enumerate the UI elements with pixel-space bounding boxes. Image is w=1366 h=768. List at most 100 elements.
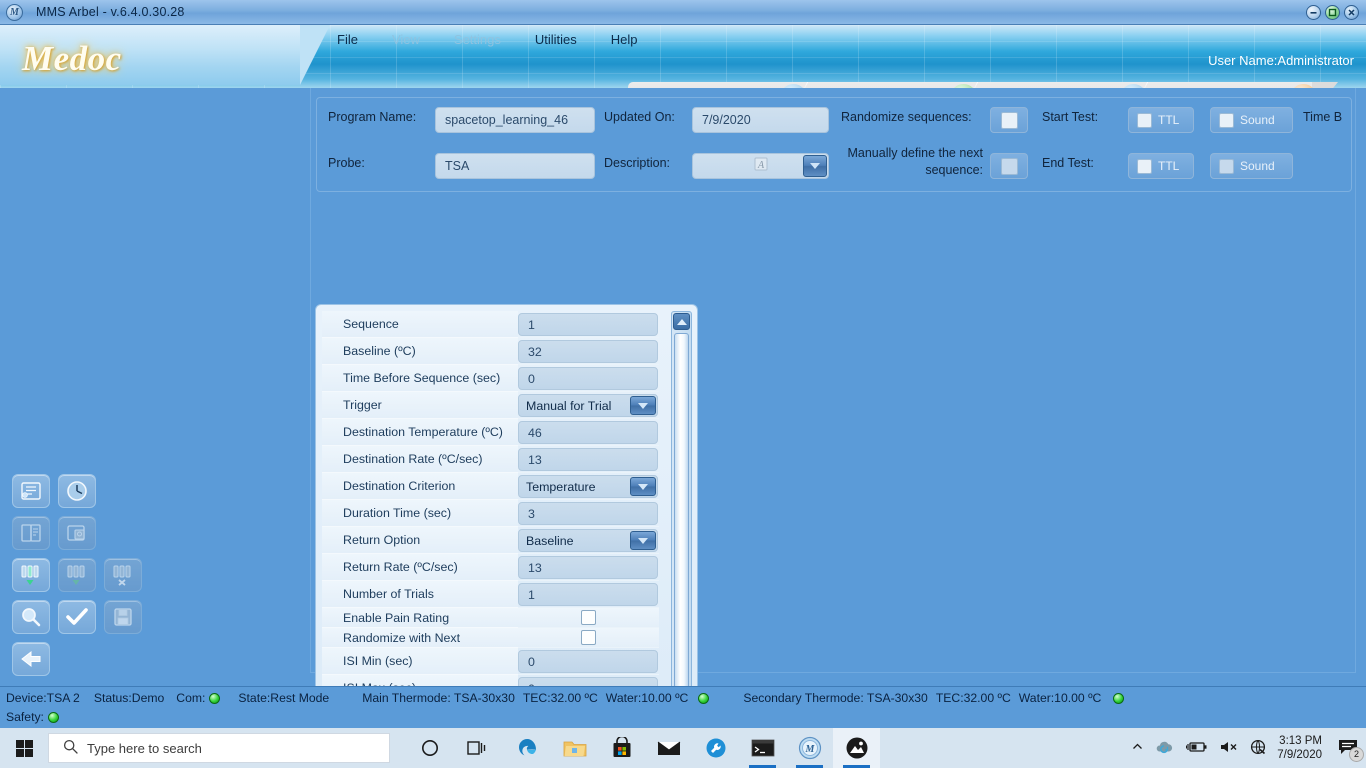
table-row[interactable]: Destination Criterion Temperature [322, 473, 692, 500]
back-arrow-icon[interactable] [12, 642, 50, 676]
menu-settings: Settings [453, 31, 501, 47]
table-row[interactable]: Trigger Manual for Trial [322, 392, 692, 419]
report-info-icon[interactable] [12, 474, 50, 508]
microsoft-store-icon[interactable] [598, 728, 645, 768]
return-rate-input[interactable]: 13 [518, 556, 658, 579]
table-row[interactable]: ISI Min (sec) 0 [322, 648, 692, 675]
probe-label: Probe: [328, 156, 365, 170]
number-of-trials-input[interactable]: 1 [518, 583, 658, 606]
battery-icon[interactable] [1186, 740, 1208, 756]
menu-file[interactable]: File [320, 29, 375, 50]
tab-programs[interactable]: PROGRAMS [993, 82, 1123, 88]
svg-text:A: A [756, 160, 764, 171]
grid-value-cell[interactable]: 13 [518, 554, 659, 581]
manually-define-label: Manually define the next sequence: [847, 146, 983, 177]
insert-sequence-icon[interactable] [12, 558, 50, 592]
table-row[interactable]: Return Option Baseline [322, 527, 692, 554]
table-row[interactable]: Destination Rate (ºC/sec) 13 [322, 446, 692, 473]
end-test-ttl-toggle[interactable]: TTL [1128, 153, 1194, 179]
task-view-icon[interactable] [453, 728, 500, 768]
grid-value-cell[interactable]: 0 [518, 648, 659, 675]
grid-value-cell[interactable]: Temperature [518, 473, 659, 500]
table-row[interactable]: Time Before Sequence (sec) 0 [322, 365, 692, 392]
edge-browser-icon[interactable] [504, 728, 551, 768]
return-option-combo[interactable]: Baseline [518, 529, 658, 552]
grid-value-cell[interactable]: 13 [518, 446, 659, 473]
table-row[interactable]: Return Rate (ºC/sec) 13 [322, 554, 692, 581]
cortana-circle-icon[interactable] [406, 728, 453, 768]
sequence-input[interactable]: 1 [518, 313, 658, 336]
volume-muted-icon[interactable] [1219, 740, 1239, 757]
table-row[interactable]: Number of Trials 1 [322, 581, 692, 608]
search-input[interactable]: Type here to search [48, 733, 390, 763]
grid-value-cell[interactable]: 3 [518, 500, 659, 527]
photos-icon[interactable] [833, 728, 880, 768]
onedrive-icon[interactable] [1155, 740, 1175, 757]
clock-icon[interactable] [58, 474, 96, 508]
mail-icon[interactable] [645, 728, 692, 768]
network-disconnected-icon[interactable] [1250, 739, 1266, 758]
grid-scrollbar[interactable] [671, 311, 692, 736]
table-row[interactable]: Baseline (ºC) 32 [322, 338, 692, 365]
taskbar-clock[interactable]: 3:13 PM 7/9/2020 [1277, 734, 1322, 763]
minimize-button[interactable] [1306, 4, 1321, 20]
medoc-app-taskbar-icon[interactable]: M [786, 728, 833, 768]
chevron-down-icon[interactable] [630, 477, 656, 496]
confirm-check-icon[interactable] [58, 600, 96, 634]
enable-pain-rating-checkbox[interactable] [581, 610, 596, 625]
grid-value-cell[interactable] [518, 608, 659, 628]
grid-value-cell[interactable]: 1 [518, 581, 659, 608]
tab-test[interactable]: TEST [668, 82, 798, 88]
end-test-sound-toggle[interactable]: Sound [1210, 153, 1293, 179]
maximize-button[interactable] [1325, 4, 1340, 20]
duration-time-input[interactable]: 3 [518, 502, 658, 525]
search-icon[interactable] [12, 600, 50, 634]
trigger-combo[interactable]: Manual for Trial [518, 394, 658, 417]
chevron-down-icon[interactable] [630, 531, 656, 550]
close-button[interactable] [1344, 4, 1359, 20]
destination-temperature-input[interactable]: 46 [518, 421, 658, 444]
isi-min-input[interactable]: 0 [518, 650, 658, 673]
start-button[interactable] [0, 728, 48, 768]
grid-value-cell[interactable]: 32 [518, 338, 659, 365]
randomize-sequences-checkbox[interactable] [990, 107, 1028, 133]
menu-help[interactable]: Help [594, 29, 655, 50]
grid-value-cell[interactable] [518, 628, 659, 648]
description-combo[interactable]: A [692, 153, 829, 179]
add-sequence-icon [58, 558, 96, 592]
menu-utilities[interactable]: Utilities [518, 29, 594, 50]
table-row[interactable]: Duration Time (sec) 3 [322, 500, 692, 527]
randomize-with-next-checkbox[interactable] [581, 630, 596, 645]
grid-value-cell[interactable]: Manual for Trial [518, 392, 659, 419]
chevron-down-icon[interactable] [630, 396, 656, 415]
table-row[interactable]: Sequence 1 [322, 311, 692, 338]
file-explorer-icon[interactable] [551, 728, 598, 768]
destination-criterion-combo[interactable]: Temperature [518, 475, 658, 498]
support-wrench-icon[interactable] [692, 728, 739, 768]
table-row[interactable]: Destination Temperature (ºC) 46 [322, 419, 692, 446]
tab-results[interactable]: RESULTS [1163, 82, 1293, 88]
grid-value-cell[interactable]: 0 [518, 365, 659, 392]
time-before-sequence-input[interactable]: 0 [518, 367, 658, 390]
start-test-ttl-toggle[interactable]: TTL [1128, 107, 1194, 133]
program-name-input[interactable]: spacetop_learning_46 [435, 107, 595, 133]
grid-value-cell[interactable]: Baseline [518, 527, 659, 554]
probe-input[interactable]: TSA [435, 153, 595, 179]
windows-logo-icon [15, 739, 33, 757]
table-row[interactable]: Enable Pain Rating [322, 608, 692, 628]
manually-define-checkbox[interactable] [990, 153, 1028, 179]
grid-value-cell[interactable]: 46 [518, 419, 659, 446]
scrollbar-thumb[interactable] [674, 333, 689, 700]
start-test-sound-toggle[interactable]: Sound [1210, 107, 1293, 133]
status-secondary-water: Water:10.00 ºC [1018, 691, 1102, 705]
tab-patients[interactable]: PATIENTS [823, 82, 953, 88]
command-prompt-icon[interactable] [739, 728, 786, 768]
grid-value-cell[interactable]: 1 [518, 311, 659, 338]
table-row[interactable]: Randomize with Next [322, 628, 692, 648]
status-main-tec: TEC:32.00 ºC [522, 691, 598, 705]
show-hidden-icons-chevron[interactable] [1131, 740, 1144, 756]
scroll-up-button[interactable] [673, 313, 690, 330]
destination-rate-input[interactable]: 13 [518, 448, 658, 471]
baseline-input[interactable]: 32 [518, 340, 658, 363]
notifications-button[interactable]: 2 [1338, 738, 1364, 762]
